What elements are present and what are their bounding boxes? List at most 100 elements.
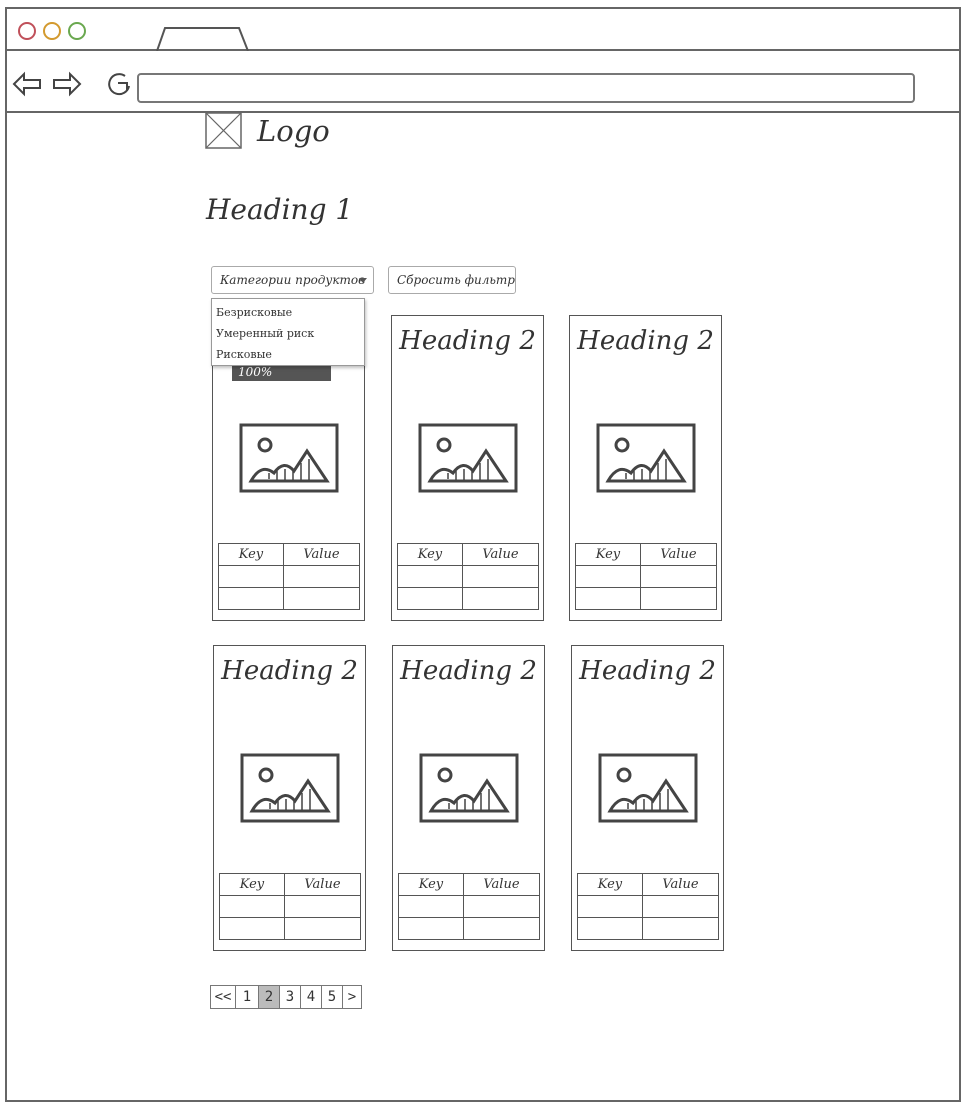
pagination-page-1[interactable]: 1 — [235, 985, 259, 1009]
table-cell — [639, 565, 718, 588]
table-row — [219, 917, 362, 940]
pagination-page-3[interactable]: 3 — [279, 985, 301, 1009]
image-placeholder-icon — [419, 753, 519, 823]
category-dropdown-menu: Безрисковые Умеренный риск Рисковые — [211, 298, 365, 366]
table-row: Key Value — [398, 873, 541, 896]
key-value-table: Key Value — [218, 543, 361, 610]
pagination-page-4[interactable]: 4 — [300, 985, 322, 1009]
key-header: Key — [398, 873, 464, 896]
key-header: Key — [219, 873, 285, 896]
table-cell — [462, 917, 541, 940]
key-header: Key — [575, 543, 641, 566]
minimize-window-icon[interactable] — [43, 22, 61, 40]
table-cell — [282, 587, 361, 610]
table-cell — [639, 587, 718, 610]
card-heading: Heading 2 — [400, 656, 537, 686]
table-cell — [397, 587, 463, 610]
pagination-page-5[interactable]: 5 — [321, 985, 343, 1009]
value-header: Value — [282, 543, 361, 566]
table-row — [577, 917, 720, 940]
value-header: Value — [639, 543, 718, 566]
table-cell — [575, 565, 641, 588]
table-row: Key Value — [397, 543, 540, 566]
key-header: Key — [397, 543, 463, 566]
table-row — [398, 895, 541, 918]
pagination-page-2[interactable]: 2 — [258, 985, 280, 1009]
product-card[interactable]: Heading 2 KeyValue — [571, 645, 724, 951]
value-header: Value — [462, 873, 541, 896]
pagination-first-button[interactable]: << — [210, 985, 236, 1009]
image-placeholder-icon — [240, 753, 340, 823]
close-window-icon[interactable] — [18, 22, 36, 40]
url-bar[interactable] — [137, 73, 915, 103]
table-row — [218, 587, 361, 610]
table-row — [575, 587, 718, 610]
table-cell — [398, 895, 464, 918]
table-cell — [577, 917, 643, 940]
reset-filter-button[interactable]: Сбросить фильтр — [388, 266, 516, 294]
reset-filter-label: Сбросить фильтр — [397, 273, 515, 287]
table-cell — [577, 895, 643, 918]
maximize-window-icon[interactable] — [68, 22, 86, 40]
table-cell — [218, 565, 284, 588]
table-cell — [282, 565, 361, 588]
table-cell — [641, 895, 720, 918]
pagination-next-button[interactable]: > — [342, 985, 362, 1009]
dropdown-option-risky[interactable]: Рисковые — [216, 344, 360, 365]
product-card[interactable]: Heading 2 KeyValue — [392, 645, 545, 951]
category-filter-label: Категории продуктов — [220, 273, 366, 287]
logo-placeholder-icon — [205, 112, 242, 149]
dropdown-option-moderate-risk[interactable]: Умеренный риск — [216, 323, 360, 344]
table-cell — [283, 895, 362, 918]
image-placeholder-icon — [418, 423, 518, 493]
table-row: Key Value — [218, 543, 361, 566]
table-cell — [461, 565, 540, 588]
card-heading: Heading 2 — [579, 656, 716, 686]
table-cell — [575, 587, 641, 610]
value-header: Value — [461, 543, 540, 566]
dropdown-option-no-risk[interactable]: Безрисковые — [216, 302, 360, 323]
table-cell — [219, 895, 285, 918]
logo-text: Logo — [257, 114, 330, 148]
table-row — [575, 565, 718, 588]
table-cell — [462, 895, 541, 918]
page-heading: Heading 1 — [206, 193, 354, 226]
value-header: Value — [283, 873, 362, 896]
table-row — [577, 895, 720, 918]
product-card[interactable]: Heading 2 KeyValue — [569, 315, 722, 621]
image-placeholder-icon — [239, 423, 339, 493]
card-heading: Heading 2 — [399, 326, 536, 356]
table-cell — [398, 917, 464, 940]
key-value-table: Key Value — [575, 543, 718, 610]
table-cell — [397, 565, 463, 588]
pagination: << 1 2 3 4 5 > — [210, 985, 362, 1009]
value-header: Value — [641, 873, 720, 896]
back-arrow-icon[interactable] — [12, 71, 42, 97]
table-row — [398, 917, 541, 940]
table-row — [397, 587, 540, 610]
key-value-table: Key Value — [397, 543, 540, 610]
chevron-down-icon — [359, 278, 367, 283]
key-header: Key — [577, 873, 643, 896]
table-row: Key Value — [575, 543, 718, 566]
product-card[interactable]: Heading 2 KeyValue — [213, 645, 366, 951]
table-cell — [218, 587, 284, 610]
product-card[interactable]: Heading 2 KeyValue — [391, 315, 544, 621]
browser-navbar — [7, 51, 959, 113]
reload-icon[interactable] — [105, 71, 135, 97]
key-header: Key — [218, 543, 284, 566]
table-row — [219, 895, 362, 918]
forward-arrow-icon[interactable] — [52, 71, 82, 97]
browser-tab[interactable] — [155, 27, 250, 51]
title-bar — [7, 9, 959, 51]
table-row — [218, 565, 361, 588]
table-cell — [461, 587, 540, 610]
table-cell — [641, 917, 720, 940]
key-value-table: Key Value — [577, 873, 720, 940]
image-placeholder-icon — [598, 753, 698, 823]
table-row: Key Value — [219, 873, 362, 896]
table-cell — [219, 917, 285, 940]
table-row: Key Value — [577, 873, 720, 896]
key-value-table: Key Value — [398, 873, 541, 940]
category-filter-dropdown[interactable]: Категории продуктов — [211, 266, 374, 294]
